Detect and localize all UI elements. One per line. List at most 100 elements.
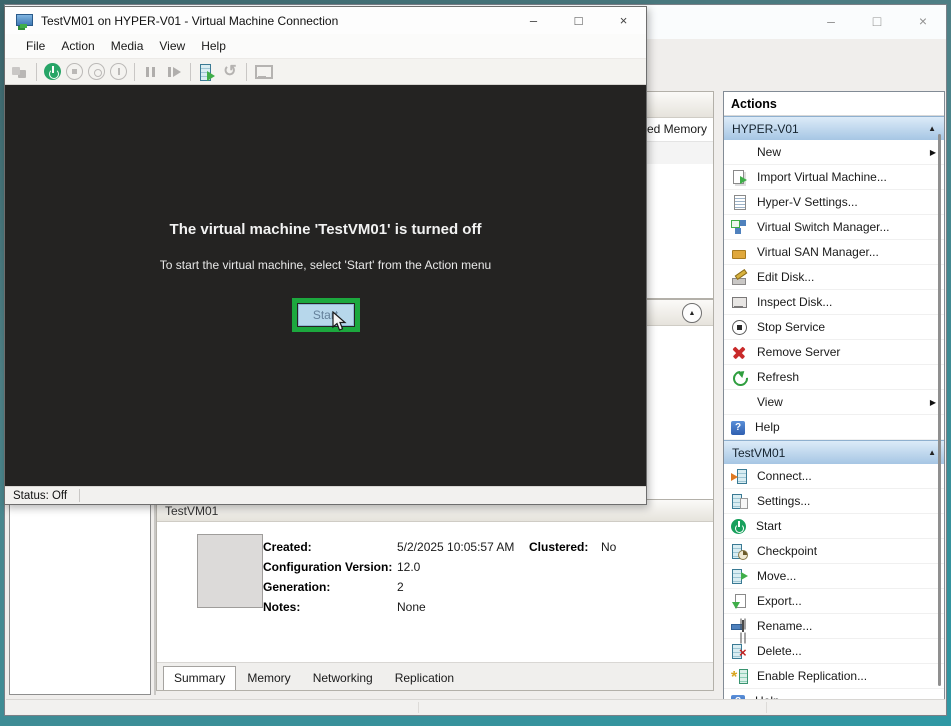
menu-help[interactable]: Help <box>193 36 234 56</box>
vm-menubar: File Action Media View Help <box>5 34 646 58</box>
tab-replication[interactable]: Replication <box>384 666 465 690</box>
checkpoint-icon <box>731 543 747 559</box>
action-label: Rename... <box>757 619 812 633</box>
refresh-icon <box>731 369 747 385</box>
action-item-new[interactable]: New ▶ <box>724 140 944 165</box>
replication-icon <box>731 668 747 684</box>
action-label: Virtual SAN Manager... <box>757 245 879 259</box>
vmconnect-app-icon <box>15 13 33 29</box>
action-item-enable-replication[interactable]: Enable Replication... <box>724 664 944 689</box>
action-label: Connect... <box>757 469 812 483</box>
action-item-inspect-disk[interactable]: Inspect Disk... <box>724 290 944 315</box>
vm-maximize-button[interactable]: □ <box>556 7 601 34</box>
toolbar-separator <box>36 63 37 81</box>
action-item-move[interactable]: Move... <box>724 564 944 589</box>
action-item-stop-service[interactable]: Stop Service <box>724 315 944 340</box>
action-item-settings[interactable]: Settings... <box>724 489 944 514</box>
action-item-view[interactable]: View ▶ <box>724 390 944 415</box>
rename-icon <box>731 618 747 634</box>
collapse-section-icon[interactable]: ▲ <box>928 124 936 133</box>
action-label: New <box>757 145 781 159</box>
vm-statusbar: Status: Off <box>5 486 646 504</box>
desktop: – □ × Assigned Memory ▲ TestVM01 <box>0 0 951 726</box>
detail-label: Notes: <box>263 600 397 614</box>
vm-thumbnail <box>197 534 263 608</box>
enhanced-session-icon[interactable] <box>254 63 272 81</box>
ctrl-alt-del-icon[interactable] <box>11 63 29 81</box>
action-item-virtual-san-manager[interactable]: Virtual SAN Manager... <box>724 240 944 265</box>
action-item-refresh[interactable]: Refresh <box>724 365 944 390</box>
actions-scrollbar[interactable] <box>938 134 941 686</box>
action-label: Virtual Switch Manager... <box>757 220 890 234</box>
manager-statusbar <box>6 699 945 714</box>
turn-off-icon[interactable] <box>66 63 83 80</box>
pause-icon[interactable] <box>142 63 160 81</box>
action-item-export[interactable]: Export... <box>724 589 944 614</box>
action-label: Help <box>755 420 780 434</box>
revert-icon[interactable]: ↺ <box>221 63 239 81</box>
toolbar-separator <box>134 63 135 81</box>
shut-down-icon[interactable] <box>88 63 105 80</box>
move-icon <box>731 568 747 584</box>
start-button-highlight: Start <box>292 298 360 332</box>
tab-summary[interactable]: Summary <box>163 666 236 690</box>
action-item-connect[interactable]: Connect... <box>724 464 944 489</box>
vm-details-body: Created: 5/2/2025 10:05:57 AM Clustered:… <box>157 522 713 660</box>
detail-value: 12.0 <box>397 560 420 574</box>
action-item-checkpoint[interactable]: Checkpoint <box>724 539 944 564</box>
action-item-hyperv-settings[interactable]: Hyper-V Settings... <box>724 190 944 215</box>
mouse-cursor <box>332 311 347 332</box>
action-item-import-virtual-machine[interactable]: Import Virtual Machine... <box>724 165 944 190</box>
help-icon <box>731 421 745 435</box>
action-label: Checkpoint <box>757 544 817 558</box>
action-item-help[interactable]: Help <box>724 415 944 440</box>
action-item-remove-server[interactable]: Remove Server <box>724 340 944 365</box>
details-tabbar: Summary Memory Networking Replication <box>157 662 713 690</box>
menu-view[interactable]: View <box>151 36 193 56</box>
action-item-edit-disk[interactable]: Edit Disk... <box>724 265 944 290</box>
action-item-delete[interactable]: Delete... <box>724 639 944 664</box>
action-label: Edit Disk... <box>757 270 814 284</box>
detail-row: Notes: None <box>263 600 426 614</box>
inspect-disk-icon <box>731 294 747 310</box>
action-label: Stop Service <box>757 320 825 334</box>
vm-screen: The virtual machine 'TestVM01' is turned… <box>5 85 646 486</box>
clustered-label: Clustered: <box>529 540 601 554</box>
start-icon[interactable] <box>44 63 61 80</box>
action-label: Hyper-V Settings... <box>757 195 858 209</box>
virtual-san-icon <box>731 244 747 260</box>
menu-media[interactable]: Media <box>103 36 152 56</box>
detail-row: Generation: 2 <box>263 580 404 594</box>
actions-pane-title: Actions <box>724 92 944 116</box>
save-icon[interactable] <box>110 63 127 80</box>
action-label: Enable Replication... <box>757 669 867 683</box>
export-icon <box>731 593 747 609</box>
detail-label: Generation: <box>263 580 397 594</box>
collapse-section-icon[interactable]: ▲ <box>928 448 936 457</box>
tab-memory[interactable]: Memory <box>236 666 301 690</box>
vm-minimize-button[interactable]: – <box>511 7 556 34</box>
section-header-label: TestVM01 <box>732 446 785 460</box>
actions-section-hyperv01[interactable]: HYPER-V01 ▲ <box>724 116 944 140</box>
manager-minimize-button[interactable]: – <box>808 5 854 37</box>
reset-icon[interactable] <box>165 63 183 81</box>
vm-titlebar[interactable]: TestVM01 on HYPER-V01 - Virtual Machine … <box>5 7 646 34</box>
detail-value: 2 <box>397 580 404 594</box>
vm-close-button[interactable]: × <box>601 7 646 34</box>
manager-maximize-button[interactable]: □ <box>854 5 900 37</box>
checkpoint-icon[interactable] <box>198 63 216 81</box>
delete-icon <box>731 643 747 659</box>
clustered-value: No <box>601 540 616 554</box>
collapse-panel-button[interactable]: ▲ <box>682 303 702 323</box>
tab-networking[interactable]: Networking <box>302 666 384 690</box>
manager-close-button[interactable]: × <box>900 5 946 37</box>
action-item-start[interactable]: Start <box>724 514 944 539</box>
virtual-switch-icon <box>731 219 747 235</box>
menu-file[interactable]: File <box>18 36 53 56</box>
actions-section-testvm01[interactable]: TestVM01 ▲ <box>724 440 944 464</box>
action-item-virtual-switch-manager[interactable]: Virtual Switch Manager... <box>724 215 944 240</box>
statusbar-separator <box>79 489 80 502</box>
action-item-rename[interactable]: Rename... <box>724 614 944 639</box>
menu-action[interactable]: Action <box>53 36 102 56</box>
action-label: Remove Server <box>757 345 840 359</box>
